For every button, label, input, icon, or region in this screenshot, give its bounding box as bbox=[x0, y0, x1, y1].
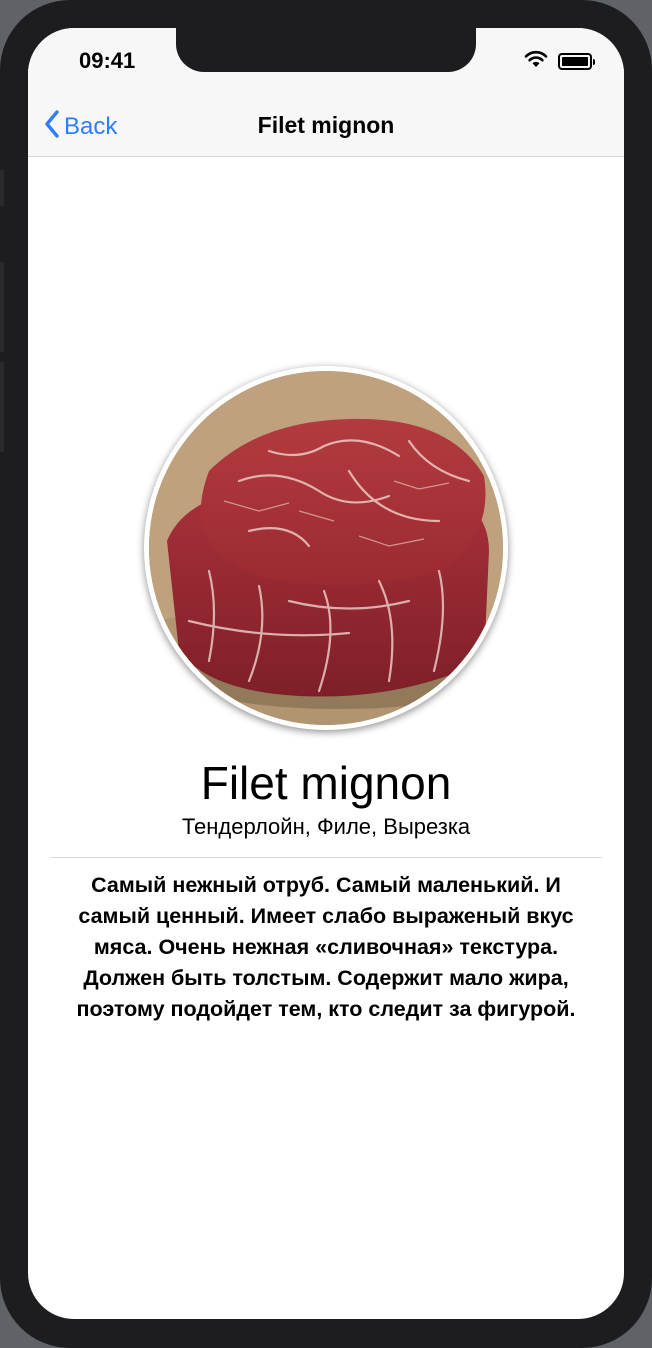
meat-name: Filet mignon bbox=[200, 757, 452, 809]
wifi-icon bbox=[524, 50, 548, 73]
meat-photo-frame bbox=[144, 366, 508, 730]
status-time: 09:41 bbox=[79, 48, 136, 73]
screen: 09:41 Back Filet mignon Filet mignon Тен… bbox=[28, 28, 624, 1319]
meat-description: Самый нежный отруб. Самый маленький. И с… bbox=[76, 873, 576, 1021]
divider bbox=[50, 857, 602, 858]
volume-down-button bbox=[0, 362, 4, 452]
navigation-bar: Back Filet mignon bbox=[28, 98, 624, 157]
meat-synonyms: Тендерлойн, Филе, Вырезка bbox=[181, 814, 471, 839]
status-icons bbox=[524, 50, 595, 73]
nav-title: Filet mignon bbox=[257, 112, 395, 138]
phone-frame: 09:41 Back Filet mignon Filet mignon Тен… bbox=[0, 0, 652, 1348]
battery-icon bbox=[558, 53, 595, 70]
meat-photo bbox=[149, 371, 503, 725]
volume-up-button bbox=[0, 262, 4, 352]
mute-switch bbox=[0, 170, 4, 206]
notch bbox=[176, 28, 476, 72]
